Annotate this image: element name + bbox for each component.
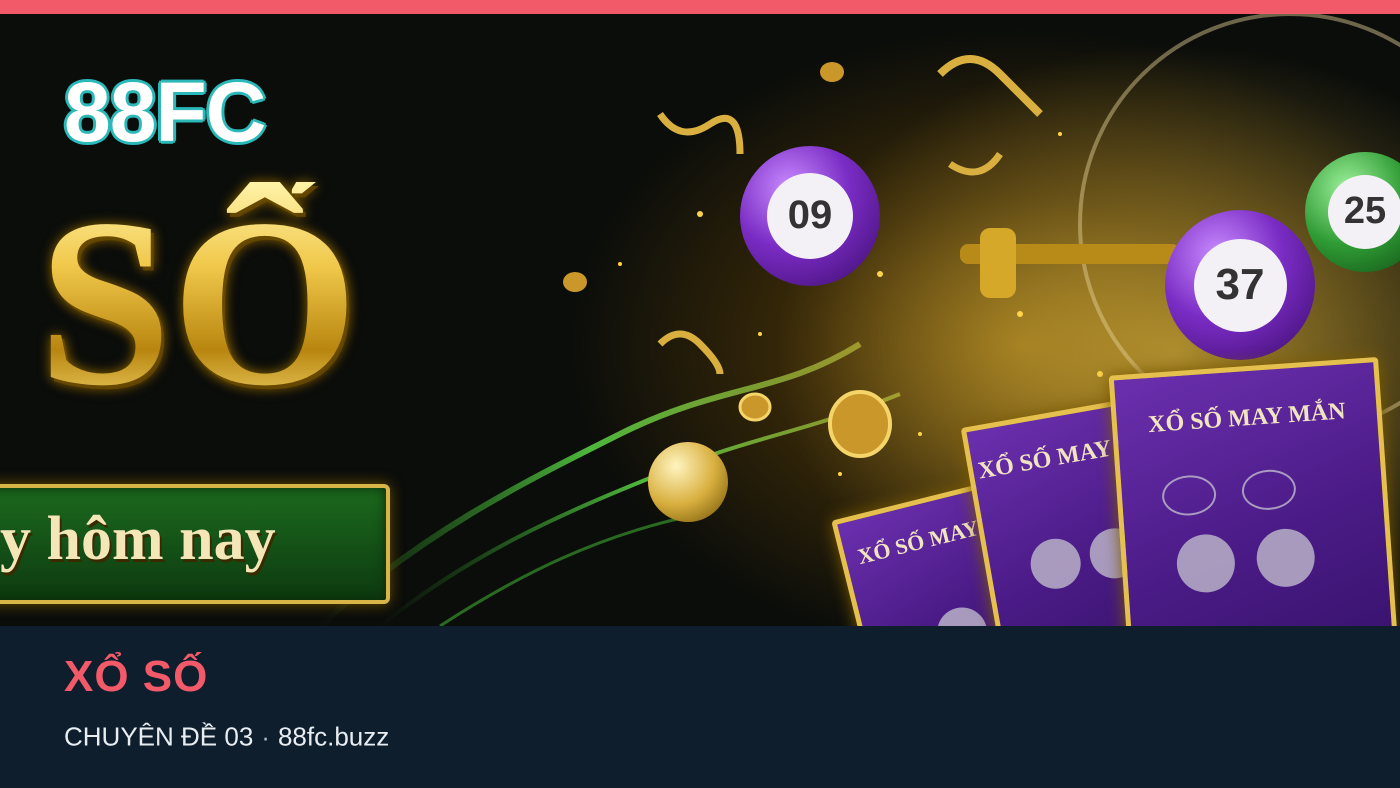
brand-logo: 88FC	[64, 65, 266, 159]
ticket-number-dot	[1254, 526, 1317, 589]
ticket-number-box	[1160, 473, 1218, 518]
ticket-number-box	[1240, 468, 1298, 512]
meta-separator: ·	[261, 721, 270, 752]
ball-number: 37	[1193, 238, 1287, 332]
series-label: CHUYÊN ĐỀ 03	[64, 721, 254, 752]
hero-headline: SỐ	[38, 169, 359, 435]
ticket-number-dot	[1174, 532, 1237, 595]
top-accent-bar	[0, 0, 1400, 14]
headline-plate-text: y hôm nay	[0, 505, 276, 573]
ball-number: 25	[1327, 174, 1400, 250]
category-title: XỔ SỐ	[64, 652, 209, 701]
ball-number: 09	[766, 172, 854, 260]
site-link[interactable]: 88fc.buzz	[278, 722, 389, 752]
ticket-number-dot	[1026, 534, 1085, 593]
lottery-ball-37: 37	[1165, 210, 1315, 360]
ticket-number-dot	[931, 602, 993, 626]
lottery-ball-09: 09	[740, 146, 880, 286]
caption-meta: CHUYÊN ĐỀ 03 · 88fc.buzz	[64, 720, 389, 753]
caption-panel	[0, 626, 1400, 788]
lottery-ticket-1: XỔ SỐ MAY MẮN	[1108, 356, 1398, 626]
ticket-title: XỔ SỐ MAY MẮN	[1147, 398, 1347, 439]
gold-ball-icon	[648, 442, 728, 522]
hero-banner: 88FC SỐ y hôm nay 09 37 25 XỔ SỐ MAY MA …	[0, 14, 1400, 626]
